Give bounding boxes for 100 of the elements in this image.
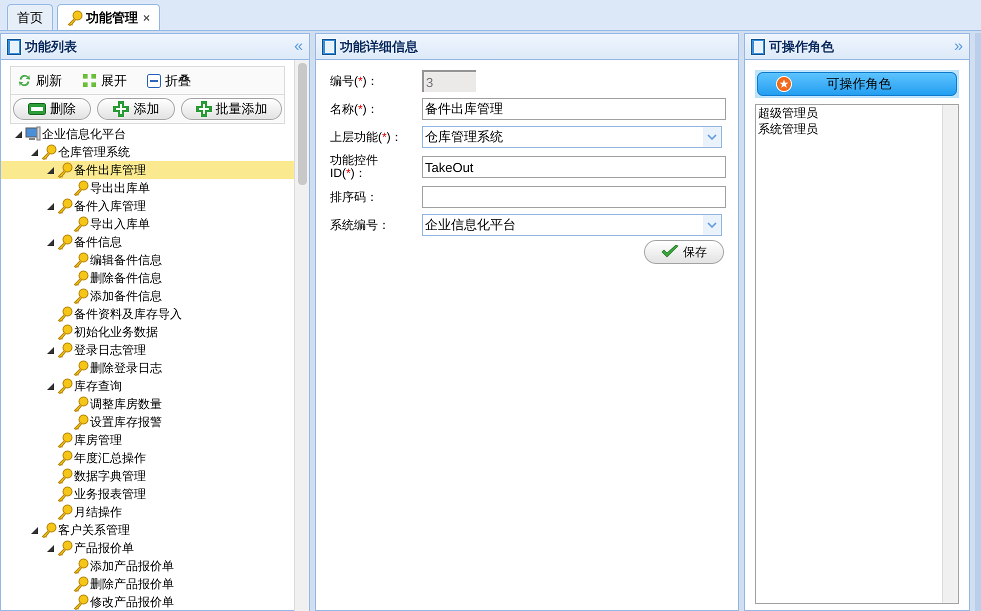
key-icon <box>73 414 89 430</box>
tree-label: 备件资料及库存导入 <box>74 306 182 323</box>
expanded-triangle-icon[interactable] <box>46 202 54 210</box>
field-label: 上层功能(*)： <box>330 130 404 144</box>
tree-item[interactable]: 备件资料及库存导入 <box>1 305 294 323</box>
select-field[interactable]: 企业信息化平台 <box>422 214 722 236</box>
tree-item[interactable]: 仓库管理系统 <box>1 143 294 161</box>
book-icon <box>322 38 336 54</box>
tree-label: 删除登录日志 <box>90 360 162 377</box>
expanded-triangle-icon[interactable] <box>46 166 54 174</box>
key-icon <box>73 288 89 304</box>
tree-item[interactable]: 导出入库单 <box>1 215 294 233</box>
plus-icon <box>196 101 212 117</box>
panel-title: 可操作角色 <box>769 38 834 56</box>
key-icon <box>57 378 73 394</box>
input-field[interactable]: 备件出库管理 <box>422 98 726 120</box>
tree-label: 添加备件信息 <box>90 288 162 305</box>
tab[interactable]: 首页 <box>7 4 53 30</box>
input-field[interactable]: TakeOut <box>422 156 726 178</box>
tab[interactable]: 功能管理 × <box>57 4 160 30</box>
tree-item[interactable]: 编辑备件信息 <box>1 251 294 269</box>
tree-item[interactable]: 库存查询 <box>1 377 294 395</box>
toolbar-button[interactable]: 刷新 <box>17 70 62 90</box>
tree-item[interactable]: 设置库存报警 <box>1 413 294 431</box>
expanded-triangle-icon[interactable] <box>14 130 22 138</box>
tree-item[interactable]: 初始化业务数据 <box>1 323 294 341</box>
select-field[interactable]: 仓库管理系统 <box>422 126 722 148</box>
action-button[interactable]: 添加 <box>97 98 176 120</box>
expanded-triangle-icon[interactable] <box>30 526 38 534</box>
tree-item[interactable]: 年度汇总操作 <box>1 449 294 467</box>
checkmark-icon <box>661 245 679 259</box>
tree-label: 月结操作 <box>74 504 122 521</box>
toolbar-button[interactable]: 展开 <box>82 70 127 90</box>
action-button[interactable]: 批量添加 <box>181 98 282 120</box>
tree-item[interactable]: 库房管理 <box>1 431 294 449</box>
tree-label: 初始化业务数据 <box>74 324 158 341</box>
expanded-triangle-icon[interactable] <box>46 238 54 246</box>
tree-item[interactable]: 客户关系管理 <box>1 521 294 539</box>
tree-item[interactable]: 备件入库管理 <box>1 197 294 215</box>
key-icon <box>73 396 89 412</box>
tree-label: 库存查询 <box>74 378 122 395</box>
tree-item[interactable]: 添加备件信息 <box>1 287 294 305</box>
tree-item[interactable]: 删除登录日志 <box>1 359 294 377</box>
minus-icon <box>28 103 46 115</box>
role-item[interactable]: 系统管理员 <box>756 121 942 137</box>
scrollbar[interactable] <box>294 60 309 611</box>
tree-item[interactable]: 产品报价单 <box>1 539 294 557</box>
tree-item[interactable]: 月结操作 <box>1 503 294 521</box>
key-icon <box>57 450 73 466</box>
expanded-triangle-icon[interactable] <box>30 148 38 156</box>
book-icon <box>751 38 765 54</box>
tree-item[interactable]: 备件出库管理 <box>1 161 294 179</box>
panel-title: 功能列表 <box>25 38 77 56</box>
tree-label: 产品报价单 <box>74 540 134 557</box>
field-label: 名称(*)： <box>330 102 380 116</box>
key-icon <box>73 576 89 592</box>
role-item[interactable]: 超级管理员 <box>756 105 942 121</box>
key-icon <box>57 306 73 322</box>
tree-item[interactable]: 备件信息 <box>1 233 294 251</box>
key-icon <box>73 360 89 376</box>
key-icon <box>57 432 73 448</box>
tree-label: 修改产品报价单 <box>90 594 174 610</box>
close-icon[interactable]: × <box>143 8 150 26</box>
tree-item[interactable]: 业务报表管理 <box>1 485 294 503</box>
input-field[interactable] <box>422 186 726 208</box>
tree-item[interactable]: 删除备件信息 <box>1 269 294 287</box>
action-button[interactable]: 删除 <box>13 98 92 120</box>
key-icon <box>73 558 89 574</box>
tree-item[interactable]: 调整库房数量 <box>1 395 294 413</box>
tree-label: 删除产品报价单 <box>90 576 174 593</box>
tree-label: 备件入库管理 <box>74 198 146 215</box>
key-icon <box>57 162 73 178</box>
tree-label: 导出出库单 <box>90 180 150 197</box>
expanded-triangle-icon[interactable] <box>46 544 54 552</box>
key-icon <box>57 468 73 484</box>
scrollbar[interactable] <box>942 105 958 603</box>
expanded-triangle-icon[interactable] <box>46 382 54 390</box>
expanded-triangle-icon[interactable] <box>46 346 54 354</box>
tree-item[interactable]: 导出出库单 <box>1 179 294 197</box>
tree-label: 删除备件信息 <box>90 270 162 287</box>
tree-item[interactable]: 企业信息化平台 <box>1 125 294 143</box>
key-icon <box>57 198 73 214</box>
tree-label: 调整库房数量 <box>90 396 162 413</box>
tree-item[interactable]: 登录日志管理 <box>1 341 294 359</box>
expand-icon <box>82 73 97 88</box>
roles-button[interactable]: 可操作角色 <box>757 72 957 96</box>
tree-label: 库房管理 <box>74 432 122 449</box>
key-icon <box>73 180 89 196</box>
key-icon <box>57 504 73 520</box>
key-icon <box>57 342 73 358</box>
tree-item[interactable]: 修改产品报价单 <box>1 593 294 610</box>
refresh-icon <box>17 73 32 88</box>
tree-item[interactable]: 添加产品报价单 <box>1 557 294 575</box>
tree-item[interactable]: 删除产品报价单 <box>1 575 294 593</box>
tree-label: 备件出库管理 <box>74 162 146 179</box>
tree-item[interactable]: 数据字典管理 <box>1 467 294 485</box>
tree-label: 登录日志管理 <box>74 342 146 359</box>
key-icon <box>57 324 73 340</box>
toolbar-button[interactable]: 折叠 <box>147 70 191 90</box>
save-button[interactable]: 保存 <box>644 240 724 264</box>
